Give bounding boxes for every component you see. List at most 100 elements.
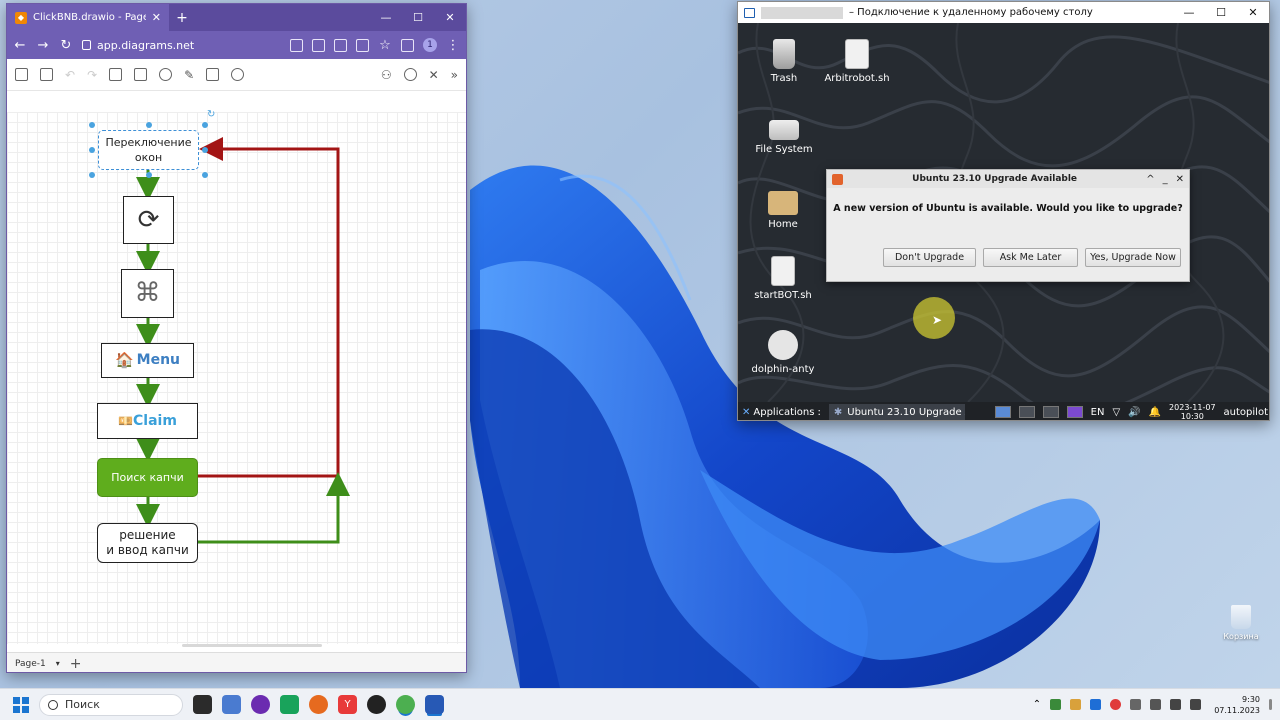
emoji-icon[interactable] [403, 68, 417, 81]
tray-record-icon[interactable] [1110, 699, 1122, 710]
close-button[interactable]: ✕ [434, 11, 466, 24]
yandex-browser-icon[interactable]: Y [338, 695, 357, 714]
dialog-minimize-button[interactable]: _ [1163, 174, 1168, 185]
show-desktop-button[interactable] [1269, 699, 1272, 710]
snipping-tool-icon[interactable] [280, 695, 299, 714]
format-panel-icon[interactable] [15, 68, 28, 81]
maximize-button[interactable]: ☐ [402, 11, 434, 24]
volume-icon[interactable] [1190, 699, 1202, 710]
undo-icon[interactable]: ↶ [65, 68, 75, 82]
node-command[interactable]: ⌘ [121, 269, 174, 318]
record-icon[interactable] [367, 695, 386, 714]
selection-handle[interactable] [202, 147, 208, 153]
workspace-1-icon[interactable] [994, 406, 1011, 418]
selection-handle[interactable] [89, 122, 95, 128]
task-view-icon[interactable] [193, 695, 212, 714]
install-app-icon[interactable] [290, 38, 303, 52]
reload-icon[interactable]: ↻ [59, 38, 73, 53]
system-clock[interactable]: 9:30 07.11.2023 [1214, 694, 1260, 716]
node-claim[interactable]: 💴 Claim [97, 403, 198, 439]
page-icon[interactable] [40, 68, 53, 81]
share-user-icon[interactable]: ⚇ [381, 68, 392, 82]
side-panel-icon[interactable] [401, 38, 414, 52]
volume-icon[interactable]: 🔊 [1128, 407, 1140, 418]
back-arrow-icon[interactable]: ← [13, 38, 27, 53]
show-hidden-icons-chevron-icon[interactable]: ⌃ [1033, 699, 1041, 710]
desktop-icon-recycle-bin[interactable]: Корзина [1218, 605, 1264, 641]
selection-handle[interactable] [146, 122, 152, 128]
selection-handle[interactable] [89, 147, 95, 153]
dialog-shade-button[interactable]: ^ [1146, 174, 1154, 185]
window-icon[interactable] [1042, 406, 1059, 418]
notification-bell-icon[interactable]: 🔔 [1149, 407, 1161, 418]
bookmark-star-icon[interactable]: ☆ [378, 38, 392, 53]
drawio-canvas[interactable]: Переключение окон ↻ ⟳ ⌘ 🏠 Menu 💴 Claim П… [7, 92, 466, 644]
remote-desktop-task-icon[interactable] [425, 695, 444, 714]
translate-icon[interactable] [312, 38, 325, 52]
calculator-icon[interactable] [222, 695, 241, 714]
share-icon[interactable] [356, 38, 369, 52]
microphone-icon[interactable] [1130, 699, 1142, 710]
rdp-minimize-button[interactable]: — [1173, 6, 1205, 19]
node-solve-captcha[interactable]: решение и ввод капчи [97, 523, 198, 563]
desktop-icon-arbitrobot[interactable]: Arbitrobot.sh [817, 39, 897, 84]
desktop-icon-trash[interactable]: Trash [744, 39, 824, 84]
dialog-close-button[interactable]: ✕ [1176, 174, 1184, 185]
taskbar-item-upgrade[interactable]: ✱ Ubuntu 23.10 Upgrade A... [828, 404, 965, 420]
firefox-icon[interactable] [309, 695, 328, 714]
freehand-tool-icon[interactable]: ✎ [184, 68, 194, 82]
tray-folder-icon[interactable] [1070, 699, 1082, 710]
node-search-captcha[interactable]: Поиск капчи [97, 458, 198, 497]
profile-avatar[interactable]: 1 [423, 38, 437, 52]
network-icon[interactable] [1170, 699, 1182, 710]
app-circle-icon[interactable] [251, 695, 270, 714]
selection-handle[interactable] [202, 122, 208, 128]
desktop-icon-file-system[interactable]: File System [744, 112, 824, 155]
node-menu[interactable]: 🏠 Menu [101, 343, 194, 378]
selection-handle[interactable] [89, 172, 95, 178]
pen-icon[interactable] [1150, 699, 1162, 710]
node-switch-windows[interactable]: Переключение окон [98, 130, 199, 170]
vpn-shield-icon[interactable] [1066, 406, 1083, 418]
taskbar-search[interactable]: Поиск [39, 693, 183, 716]
expand-chevrons-icon[interactable]: » [451, 68, 458, 82]
site-info-icon[interactable] [82, 40, 91, 50]
selection-handle[interactable] [146, 172, 152, 178]
text-tool-icon[interactable] [109, 68, 123, 81]
minimize-button[interactable]: — [370, 11, 402, 24]
reader-icon[interactable] [334, 38, 347, 52]
rectangle-tool-icon[interactable] [134, 68, 148, 81]
upgrade-now-button[interactable]: Yes, Upgrade Now [1085, 248, 1181, 267]
rdp-maximize-button[interactable]: ☐ [1205, 6, 1237, 19]
desktop-icon-dolphin-anty[interactable]: dolphin-anty [743, 330, 823, 375]
insert-plus-icon[interactable] [231, 68, 245, 81]
horizontal-scrollbar[interactable] [182, 644, 322, 647]
tray-app-icon[interactable] [1050, 699, 1062, 710]
tray-cloud-icon[interactable] [1090, 699, 1102, 710]
start-button-icon[interactable] [13, 696, 29, 713]
table-tool-icon[interactable] [206, 68, 220, 81]
applications-menu[interactable]: ✕ Applications : [738, 407, 825, 418]
browser-tab[interactable]: ◆ ClickBNB.drawio - Page-1 ✕ [7, 4, 169, 31]
page-tab-page-1[interactable]: Page-1 [15, 659, 46, 669]
tools-icon[interactable]: ✕ [429, 68, 439, 82]
panel-user[interactable]: autopilot [1224, 407, 1268, 418]
redo-icon[interactable]: ↷ [87, 68, 97, 82]
add-page-button[interactable]: + [70, 656, 82, 672]
dont-upgrade-button[interactable]: Don't Upgrade [883, 248, 976, 267]
forward-arrow-icon[interactable]: → [36, 38, 50, 53]
tab-close-icon[interactable]: ✕ [152, 11, 161, 24]
terminal-icon[interactable] [1018, 406, 1035, 418]
rotate-handle-icon[interactable]: ↻ [207, 109, 215, 120]
chrome-icon[interactable] [396, 695, 415, 714]
ask-me-later-button[interactable]: Ask Me Later [983, 248, 1078, 267]
page-tab-dropdown-icon[interactable]: ▾ [56, 659, 60, 668]
keyboard-layout[interactable]: EN [1091, 407, 1105, 418]
shapes-tool-icon[interactable] [159, 68, 173, 81]
desktop-icon-home[interactable]: Home [743, 185, 823, 230]
selection-handle[interactable] [202, 172, 208, 178]
node-refresh[interactable]: ⟳ [123, 196, 174, 244]
rdp-close-button[interactable]: ✕ [1237, 6, 1269, 19]
browser-menu-icon[interactable]: ⋮ [446, 38, 460, 53]
panel-clock[interactable]: 2023-11-07 10:30 [1169, 403, 1216, 420]
